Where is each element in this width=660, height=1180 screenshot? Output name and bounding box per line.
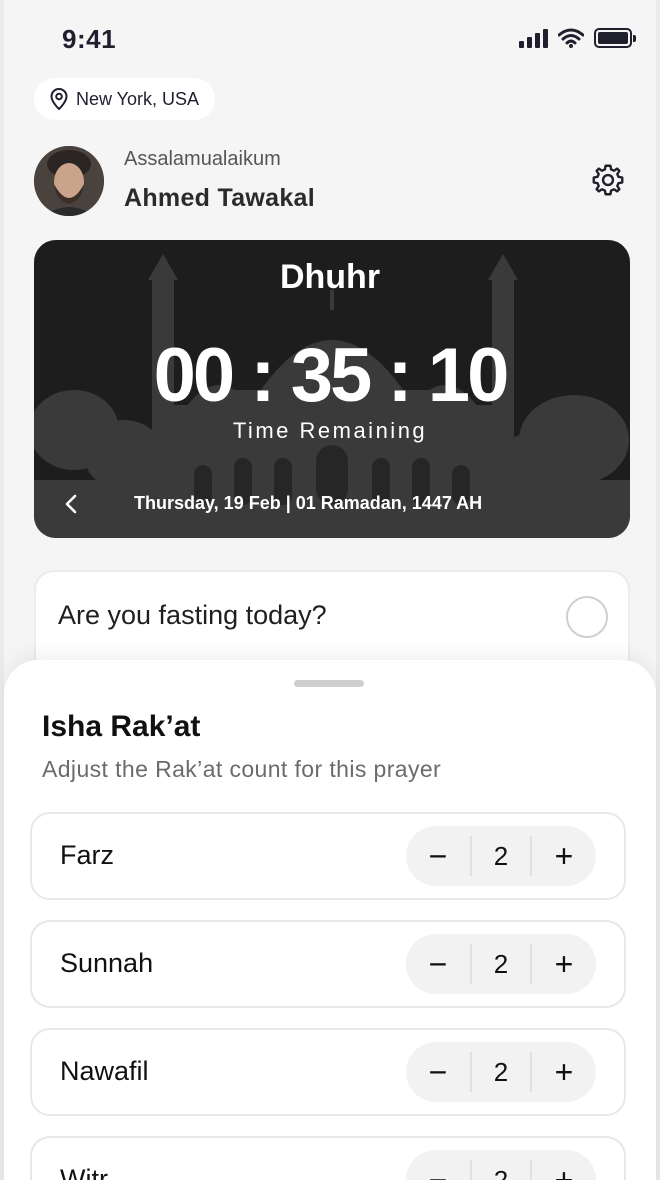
sheet-subtitle: Adjust the Rak’at count for this prayer [42, 756, 442, 782]
rakat-count: 2 [470, 1052, 532, 1092]
rakat-label: Witr [60, 1164, 108, 1180]
time-remaining-label: Time Remaining [232, 418, 428, 443]
increment-button[interactable]: + [532, 1042, 596, 1102]
sheet-title: Isha Rak’at [42, 710, 201, 743]
date-line: Thursday, 19 Feb | 01 Ramadan, 1447 AH [134, 493, 483, 513]
rakat-bottom-sheet: Isha Rak’at Adjust the Rak’at count for … [4, 660, 656, 1180]
rakat-count: 2 [470, 1160, 532, 1180]
sheet-grabber-handle[interactable] [294, 680, 364, 687]
increment-button[interactable]: + [532, 934, 596, 994]
increment-button[interactable]: + [532, 826, 596, 886]
decrement-button[interactable]: − [406, 1150, 470, 1180]
rakat-label: Nawafil [60, 1056, 149, 1086]
gear-icon[interactable] [590, 162, 626, 198]
status-time: 9:41 [62, 24, 117, 54]
rakat-stepper: − 2 + [406, 826, 596, 886]
prayer-name: Dhuhr [279, 258, 381, 296]
avatar[interactable] [34, 146, 104, 216]
rakat-stepper: − 2 + [406, 1042, 596, 1102]
rakat-label: Sunnah [60, 948, 154, 978]
rakat-stepper: − 2 + [406, 1150, 596, 1180]
rakat-count: 2 [470, 944, 532, 984]
rakat-row-farz: Farz − 2 + [30, 812, 626, 900]
greeting-salutation: Assalamualaikum [124, 148, 281, 170]
fasting-question: Are you fasting today? [58, 600, 327, 630]
rakat-stepper: − 2 + [406, 934, 596, 994]
rakat-row-sunnah: Sunnah − 2 + [30, 920, 626, 1008]
rakat-row-nawafil: Nawafil − 2 + [30, 1028, 626, 1116]
location-pill[interactable]: New York, USA [34, 78, 216, 120]
battery-icon [594, 28, 636, 48]
location-text: New York, USA [76, 88, 200, 109]
location-pin-icon [50, 88, 68, 110]
user-name: Ahmed Tawakal [124, 184, 315, 212]
increment-button[interactable]: + [532, 1150, 596, 1180]
decrement-button[interactable]: − [406, 1042, 470, 1102]
decrement-button[interactable]: − [406, 826, 470, 886]
status-icons [519, 28, 636, 48]
wifi-icon [558, 28, 584, 48]
cellular-signal-icon [519, 28, 548, 48]
rakat-label: Farz [60, 840, 114, 870]
rakat-row-witr: Witr − 2 + [30, 1136, 626, 1180]
countdown-timer: 00 : 35 : 10 [153, 333, 510, 418]
fasting-checkbox[interactable] [566, 596, 608, 638]
chevron-left-icon[interactable] [60, 492, 84, 516]
decrement-button[interactable]: − [406, 934, 470, 994]
rakat-count: 2 [470, 836, 532, 876]
